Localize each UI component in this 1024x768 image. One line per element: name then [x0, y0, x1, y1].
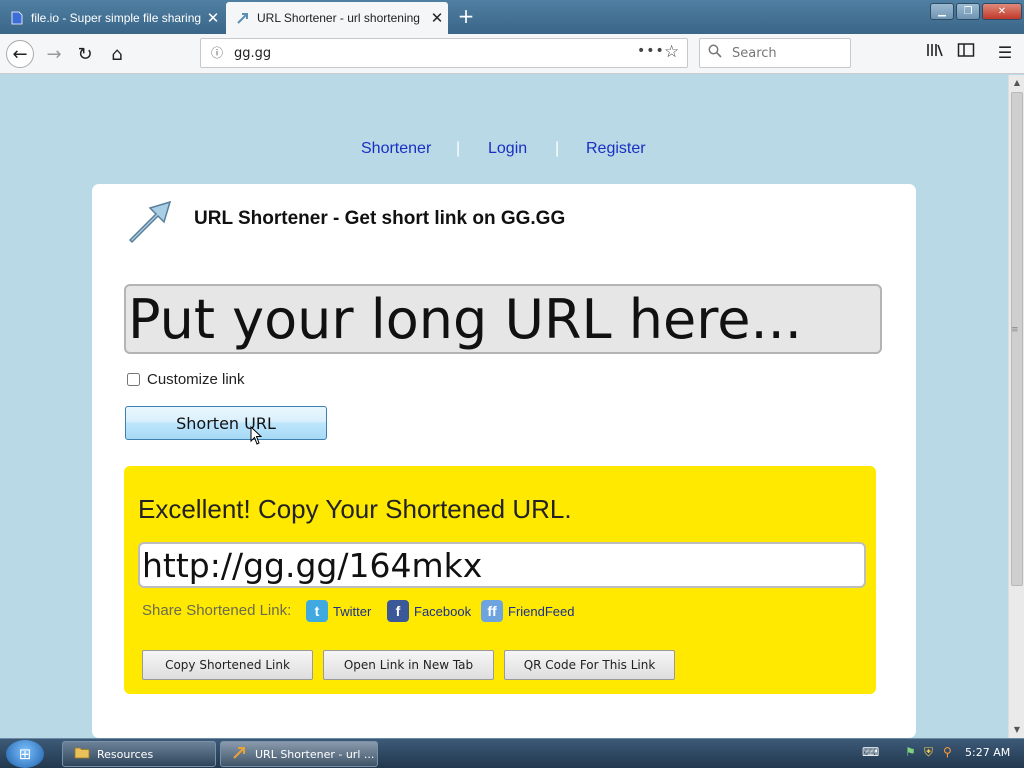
nav-separator: | [456, 140, 461, 157]
qr-code-button[interactable]: QR Code For This Link [504, 650, 675, 680]
taskbar-item-label: URL Shortener - url ... [255, 747, 375, 761]
close-icon[interactable]: ✕ [202, 9, 224, 27]
tab-url-shortener[interactable]: URL Shortener - url shortening ✕ [226, 2, 448, 34]
scroll-down-arrow-icon[interactable]: ▼ [1009, 722, 1024, 738]
search-tray-icon[interactable]: ⚲ [943, 745, 952, 759]
system-clock[interactable]: 5:27 AM [965, 746, 1010, 759]
mouse-cursor-icon [250, 425, 263, 446]
short-url-field[interactable] [138, 542, 866, 588]
share-label: Share Shortened Link: [142, 602, 292, 619]
tab-file-io[interactable]: file.io - Super simple file sharing ✕ [0, 2, 224, 34]
browser-icon [231, 746, 249, 762]
security-shield-icon[interactable]: ⛨ [924, 745, 933, 760]
open-link-new-tab-button[interactable]: Open Link in New Tab [323, 650, 494, 680]
reload-button[interactable]: ↻ [71, 40, 99, 68]
share-facebook-link[interactable]: f Facebook [387, 600, 471, 622]
tab-label: file.io - Super simple file sharing [31, 11, 202, 25]
taskbar-item-browser[interactable]: URL Shortener - url ... [220, 741, 378, 767]
home-button[interactable]: ⌂ [103, 40, 131, 68]
forward-button[interactable]: → [40, 40, 68, 68]
share-friendfeed-link[interactable]: ff FriendFeed [481, 600, 574, 622]
friendfeed-icon: ff [481, 600, 503, 622]
taskbar: ⊞ Resources URL Shortener - url ... ⌨ ⚑ … [0, 738, 1024, 768]
twitter-icon: t [306, 600, 328, 622]
long-url-input[interactable] [124, 284, 882, 354]
bookmark-star-icon[interactable]: ☆ [664, 42, 679, 62]
info-icon[interactable]: ⓘ [209, 45, 225, 61]
taskbar-item-resources[interactable]: Resources [62, 741, 216, 767]
back-arrow-icon: ← [12, 43, 28, 65]
address-bar[interactable]: ⓘ ••• ☆ [200, 38, 688, 68]
maximize-button[interactable]: ❐ [956, 3, 980, 20]
share-twitter-link[interactable]: t Twitter [306, 600, 371, 622]
scrollbar-thumb[interactable] [1011, 92, 1023, 586]
customize-label: Customize link [147, 371, 245, 388]
customize-link-checkbox[interactable]: Customize link [127, 371, 245, 388]
nav-login-link[interactable]: Login [488, 140, 527, 160]
file-io-icon [9, 10, 25, 26]
arrow-logo-icon [124, 198, 174, 248]
scrollbar-grip-icon: ≡ [1011, 325, 1019, 335]
browser-title-bar: file.io - Super simple file sharing ✕ UR… [0, 0, 1024, 34]
search-box[interactable] [699, 38, 851, 68]
search-icon [708, 44, 722, 62]
start-button[interactable]: ⊞ [6, 740, 44, 768]
library-icon[interactable] [924, 42, 946, 64]
result-message: Excellent! Copy Your Shortened URL. [138, 494, 572, 524]
new-tab-button[interactable]: + [455, 4, 477, 28]
menu-icon[interactable]: ☰ [994, 42, 1016, 64]
facebook-icon: f [387, 600, 409, 622]
shorten-url-button[interactable]: Shorten URL [125, 406, 327, 440]
search-input[interactable] [730, 44, 845, 62]
keyboard-icon[interactable]: ⌨ [862, 745, 879, 759]
page-title: URL Shortener - Get short link on GG.GG [194, 208, 566, 229]
home-icon: ⌂ [111, 43, 123, 65]
copy-shortened-link-button[interactable]: Copy Shortened Link [142, 650, 313, 680]
share-friendfeed-label: FriendFeed [508, 603, 575, 619]
share-facebook-label: Facebook [414, 603, 472, 619]
sidebar-icon[interactable] [955, 42, 977, 64]
back-button[interactable]: ← [6, 40, 34, 68]
navigation-toolbar: ← → ↻ ⌂ ⓘ ••• ☆ ☰ [0, 34, 1024, 74]
window-close-button[interactable]: ✕ [982, 3, 1022, 20]
reload-icon: ↻ [77, 43, 93, 65]
folder-icon [73, 746, 91, 762]
windows-logo-icon: ⊞ [18, 745, 32, 763]
taskbar-item-label: Resources [97, 747, 154, 761]
scroll-up-arrow-icon[interactable]: ▲ [1009, 75, 1024, 91]
nav-register-link[interactable]: Register [586, 140, 646, 160]
nav-separator: | [555, 140, 560, 157]
vertical-scrollbar[interactable]: ▲ ≡ ▼ [1008, 75, 1024, 738]
minimize-button[interactable]: ▁ [930, 3, 954, 20]
share-twitter-label: Twitter [333, 603, 372, 619]
tab-label: URL Shortener - url shortening [257, 11, 420, 25]
customize-checkbox[interactable] [127, 373, 140, 386]
nav-shortener-link[interactable]: Shortener [361, 140, 431, 160]
arrow-icon [235, 10, 251, 26]
url-input[interactable] [232, 43, 622, 63]
network-icon[interactable]: ⚑ [905, 745, 916, 759]
forward-arrow-icon: → [46, 43, 62, 65]
page-actions-icon[interactable]: ••• [637, 43, 665, 59]
close-icon[interactable]: ✕ [426, 9, 448, 27]
